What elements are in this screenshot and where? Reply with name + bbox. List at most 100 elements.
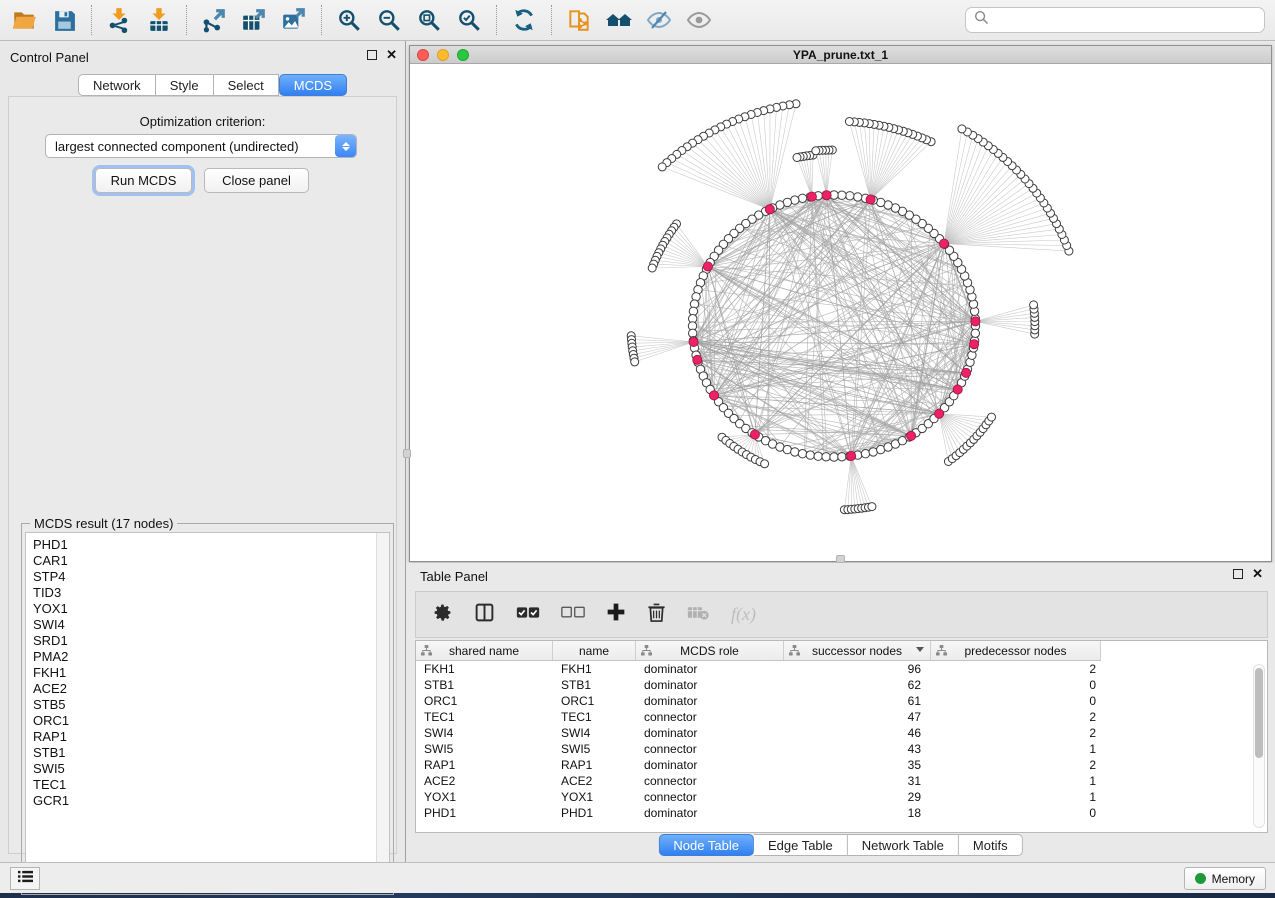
mcds-result-item[interactable]: STB1	[33, 745, 389, 761]
mcds-result-item[interactable]: SWI4	[33, 617, 389, 633]
search-box[interactable]	[965, 7, 1265, 33]
graph-edge[interactable]	[944, 142, 983, 244]
table-tab-node-table[interactable]: Node Table	[658, 834, 754, 856]
graph-hub-node[interactable]	[693, 355, 702, 364]
graph-node[interactable]	[868, 503, 876, 511]
graph-edge[interactable]	[975, 305, 1033, 322]
graph-hub-node[interactable]	[907, 431, 916, 440]
table-row[interactable]: RAP1RAP1dominator352	[416, 757, 1101, 773]
mcds-result-item[interactable]: SWI5	[33, 761, 389, 777]
graph-hub-node[interactable]	[939, 239, 948, 248]
mcds-result-item[interactable]: RAP1	[33, 729, 389, 745]
houses-button[interactable]	[599, 3, 639, 37]
graph-edge[interactable]	[770, 107, 777, 209]
table-row[interactable]: YOX1YOX1connector291	[416, 789, 1101, 805]
graph-edge[interactable]	[871, 131, 904, 199]
column-header-MCDS-role[interactable]: MCDS role	[636, 641, 784, 660]
close-panel-button[interactable]: Close panel	[204, 168, 309, 193]
mcds-result-item[interactable]: ACE2	[33, 681, 389, 697]
table-scrollbar-thumb[interactable]	[1255, 668, 1263, 758]
add-button[interactable]	[606, 600, 626, 630]
eye-slash-button[interactable]	[639, 3, 679, 37]
graph-hub-node[interactable]	[750, 430, 759, 439]
close-panel-icon[interactable]: ✕	[1252, 569, 1263, 579]
vertical-splitter-grip[interactable]	[403, 449, 411, 458]
graph-edge[interactable]	[633, 342, 693, 355]
graph-edge[interactable]	[871, 140, 927, 200]
tab-network[interactable]: Network	[78, 74, 156, 96]
graph-node[interactable]	[845, 118, 853, 126]
graph-node[interactable]	[761, 460, 769, 468]
graph-hub-node[interactable]	[866, 195, 875, 204]
graph-edge[interactable]	[871, 136, 918, 199]
table-settings-button[interactable]	[432, 600, 453, 630]
graph-node[interactable]	[798, 450, 806, 458]
graph-node[interactable]	[658, 163, 666, 171]
graph-node[interactable]	[838, 453, 846, 461]
mcds-result-item[interactable]: PHD1	[33, 537, 389, 553]
open-file-button[interactable]	[4, 3, 44, 37]
duplicate-network-button[interactable]	[559, 3, 599, 37]
graph-edge[interactable]	[944, 188, 1033, 243]
graph-node[interactable]	[798, 194, 806, 202]
graph-node[interactable]	[830, 453, 838, 461]
mcds-result-item[interactable]: STB5	[33, 697, 389, 713]
graph-edge[interactable]	[770, 105, 790, 210]
table-scrollbar[interactable]	[1253, 664, 1265, 828]
table-row[interactable]: PHD1PHD1dominator180	[416, 805, 1101, 821]
float-panel-icon[interactable]	[367, 50, 377, 60]
graph-node[interactable]	[838, 191, 846, 199]
graph-node[interactable]	[814, 452, 822, 460]
show-columns-button[interactable]	[474, 600, 495, 630]
column-header-predecessor-nodes[interactable]: predecessor nodes	[931, 641, 1101, 660]
graph-edge[interactable]	[816, 151, 827, 195]
graph-edge[interactable]	[721, 127, 770, 209]
graph-node[interactable]	[958, 125, 966, 133]
network-window-titlebar[interactable]: YPA_prune.txt_1	[410, 46, 1271, 64]
optimization-criterion-select[interactable]: largest connected component (undirected)	[45, 134, 357, 158]
mcds-result-item[interactable]: GCR1	[33, 793, 389, 809]
table-row[interactable]: FKH1FKH1dominator962	[416, 661, 1101, 677]
graph-edge[interactable]	[944, 235, 1062, 244]
column-header-successor-nodes[interactable]: successor nodes	[784, 641, 931, 660]
mcds-result-item[interactable]: FKH1	[33, 665, 389, 681]
table-row[interactable]: ORC1ORC1dominator610	[416, 693, 1101, 709]
mcds-result-item[interactable]: TEC1	[33, 777, 389, 793]
graph-hub-node[interactable]	[962, 368, 971, 377]
graph-edge[interactable]	[854, 122, 870, 200]
graph-edge[interactable]	[677, 224, 708, 267]
zoom-in-button[interactable]	[329, 3, 369, 37]
graph-node[interactable]	[822, 453, 830, 461]
table-row[interactable]: STB1STB1dominator620	[416, 677, 1101, 693]
graph-edge[interactable]	[944, 213, 1051, 243]
graph-node[interactable]	[988, 413, 996, 421]
graph-node[interactable]	[631, 358, 639, 366]
graph-edge[interactable]	[697, 359, 911, 436]
import-network-button[interactable]	[99, 3, 139, 37]
mcds-result-item[interactable]: YOX1	[33, 601, 389, 617]
table-tab-motifs[interactable]: Motifs	[959, 834, 1023, 856]
graph-edge[interactable]	[812, 155, 813, 197]
graph-hub-node[interactable]	[935, 409, 944, 418]
run-mcds-button[interactable]: Run MCDS	[95, 168, 192, 193]
graph-edge[interactable]	[851, 456, 865, 508]
mcds-list-scrollbar[interactable]	[376, 533, 389, 890]
graph-node[interactable]	[971, 329, 979, 337]
float-panel-icon[interactable]	[1233, 569, 1243, 579]
zoom-fit-button[interactable]	[409, 3, 449, 37]
graph-hub-node[interactable]	[822, 191, 831, 200]
task-history-button[interactable]	[10, 867, 40, 890]
save-button[interactable]	[44, 3, 84, 37]
search-input[interactable]	[995, 13, 1256, 28]
table-tab-edge-table[interactable]: Edge Table	[754, 834, 848, 856]
graph-edge[interactable]	[944, 153, 998, 243]
graph-hub-node[interactable]	[689, 337, 698, 346]
eye-button[interactable]	[679, 3, 719, 37]
graph-node[interactable]	[648, 264, 656, 272]
table-row[interactable]: SWI4SWI4dominator462	[416, 725, 1101, 741]
refresh-button[interactable]	[504, 3, 544, 37]
column-header-shared-name[interactable]: shared name	[416, 641, 553, 660]
column-header-name[interactable]: name	[553, 641, 636, 660]
tab-select[interactable]: Select	[214, 74, 279, 96]
export-table-button[interactable]	[234, 3, 274, 37]
